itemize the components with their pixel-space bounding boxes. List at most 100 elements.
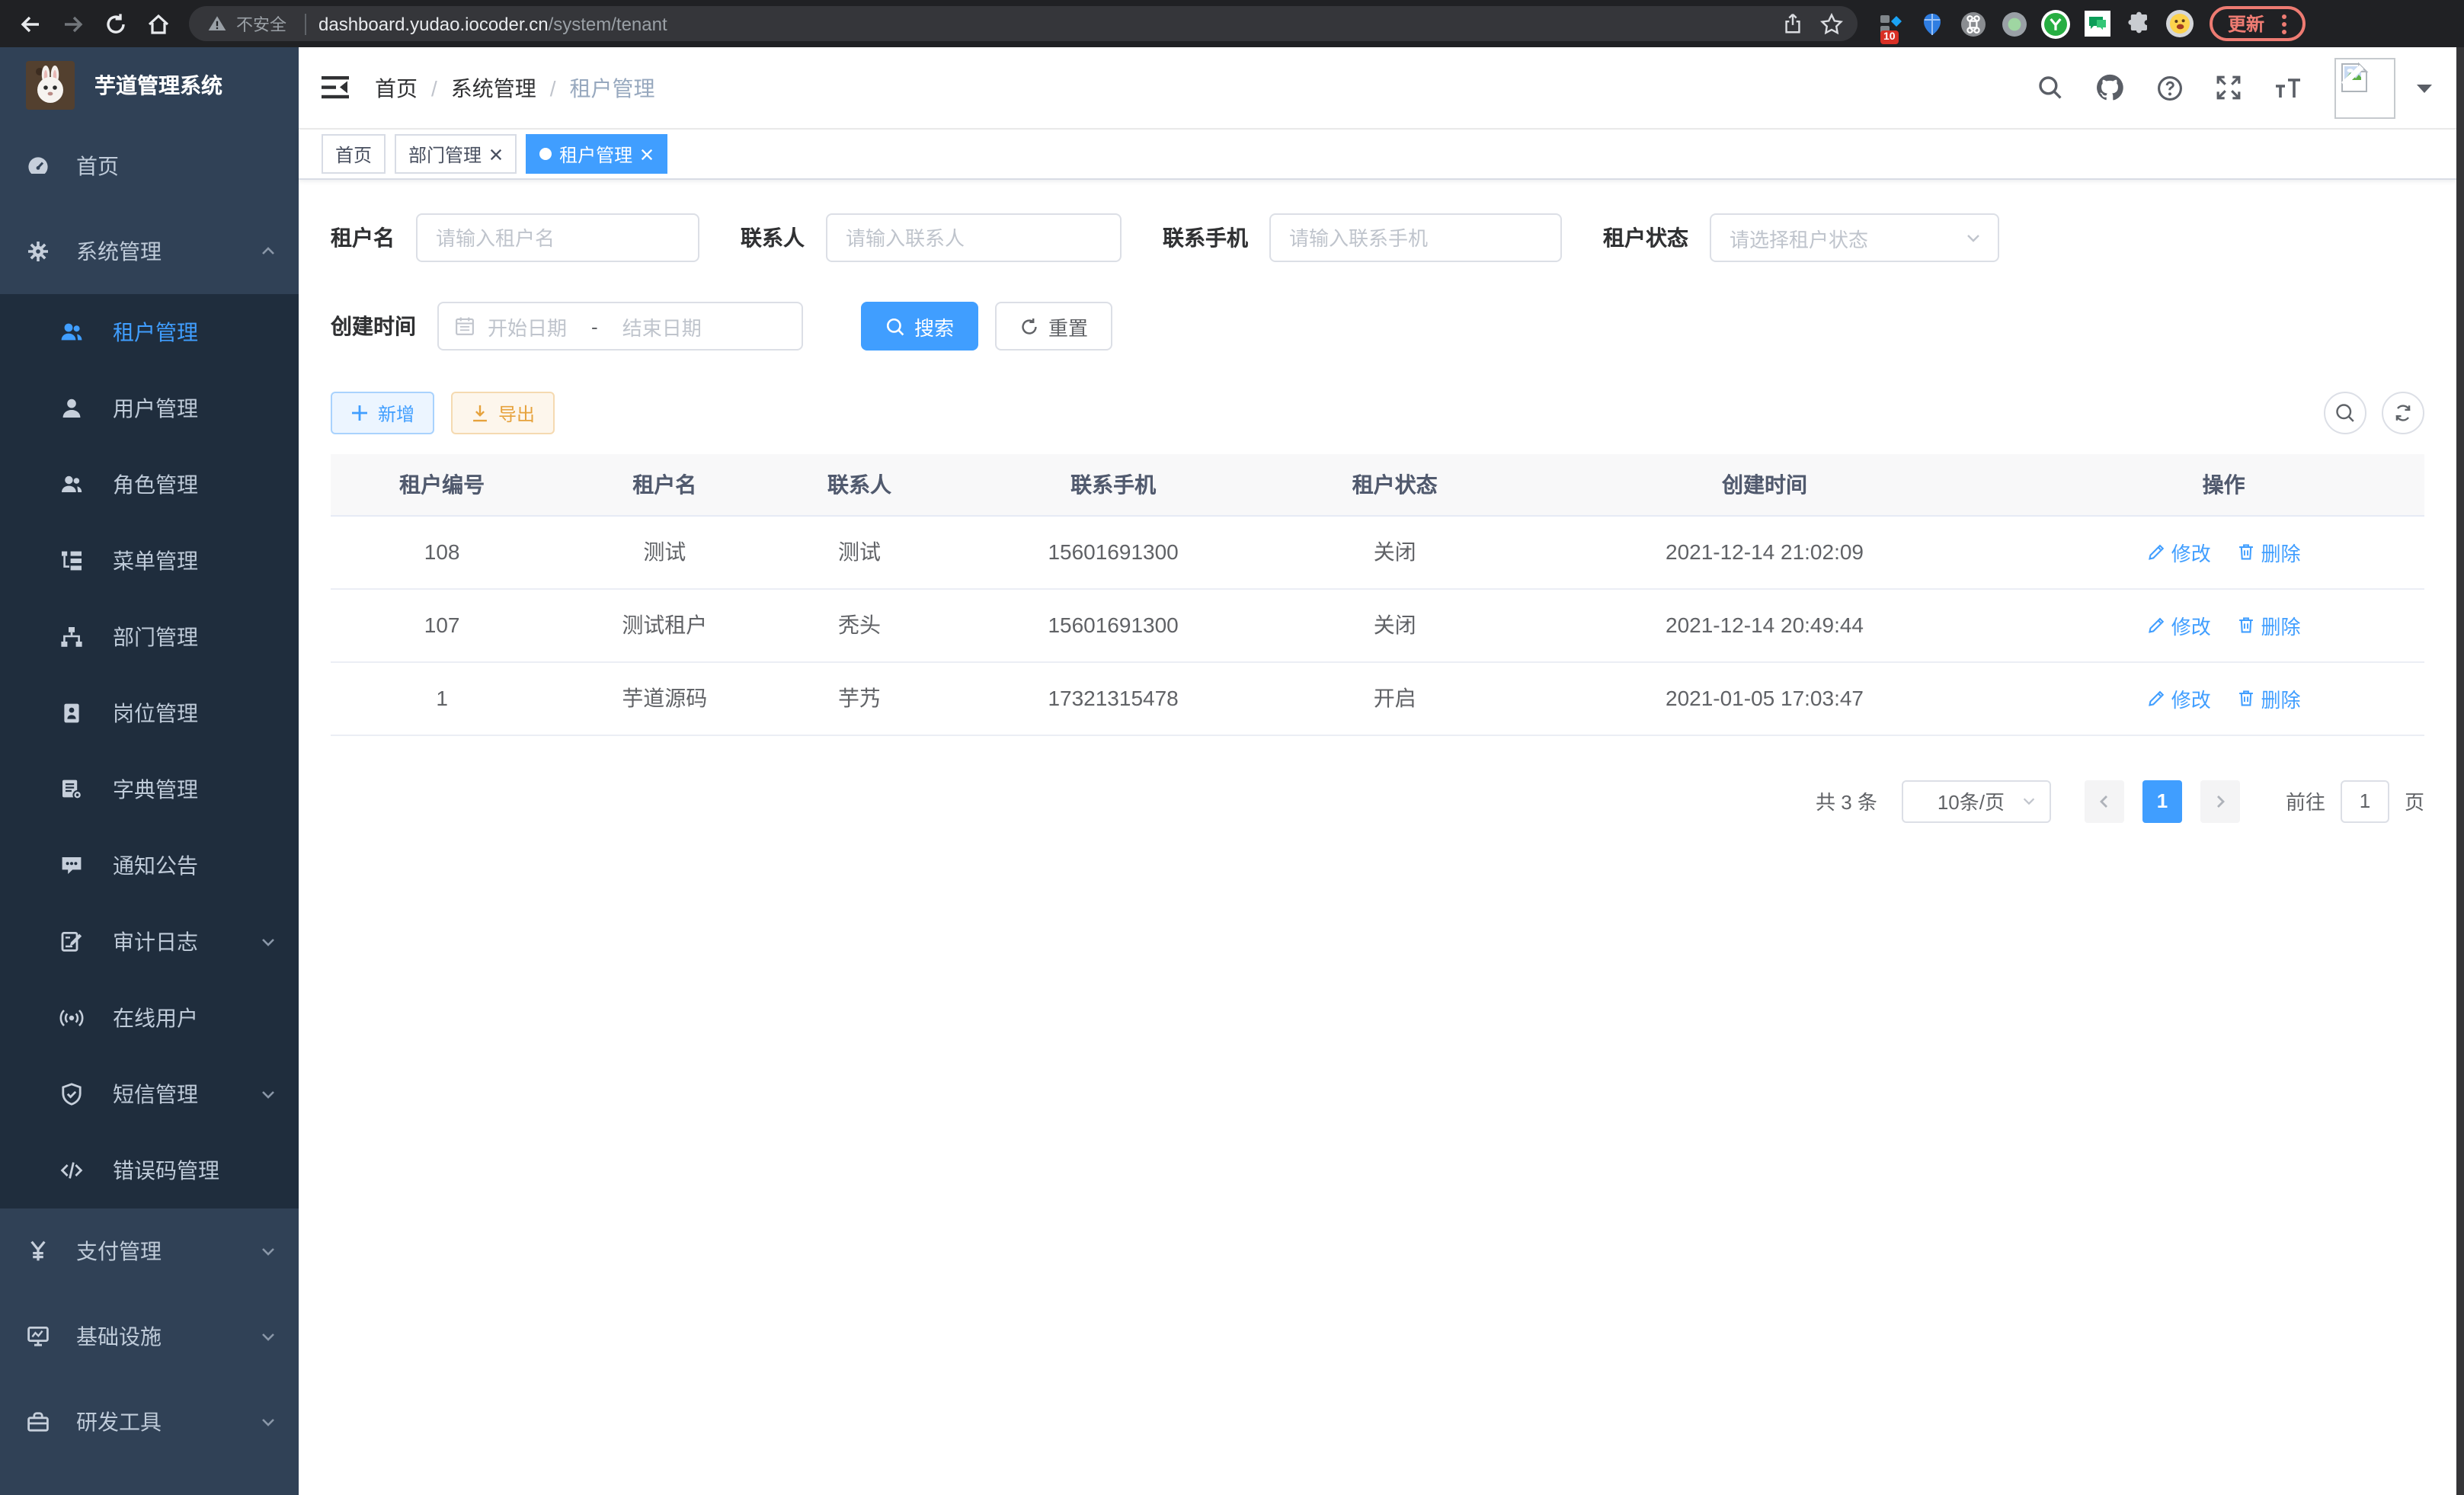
reload-icon	[104, 11, 128, 36]
user-avatar[interactable]	[2334, 57, 2395, 118]
start-date-placeholder[interactable]: 开始日期	[488, 312, 567, 341]
close-icon[interactable]	[489, 147, 503, 161]
avatar-caret-down-icon[interactable]	[2415, 82, 2434, 94]
chat-extension-icon	[2084, 11, 2110, 37]
window-edge-scrollbar[interactable]	[2456, 47, 2464, 1495]
delete-link[interactable]: 删除	[2237, 537, 2301, 566]
dict-icon	[59, 777, 84, 802]
sidebar-item-menu[interactable]: 菜单管理	[0, 523, 299, 599]
edit-link[interactable]: 修改	[2147, 537, 2211, 566]
goto-page-input[interactable]	[2341, 780, 2389, 822]
date-range-picker[interactable]: 开始日期 - 结束日期	[437, 302, 803, 351]
sidebar-item-audit-log[interactable]: 审计日志	[0, 904, 299, 980]
refresh-table-button[interactable]	[2382, 392, 2424, 434]
close-icon[interactable]	[640, 147, 654, 161]
help-docs-button[interactable]	[2156, 74, 2184, 101]
breadcrumb-system[interactable]: 系统管理	[451, 72, 536, 103]
extension-yudao-button[interactable]	[2040, 8, 2071, 39]
browser-home-button[interactable]	[137, 4, 180, 43]
toggle-search-button[interactable]	[2324, 392, 2366, 434]
extension-dot-button[interactable]	[1999, 8, 2030, 39]
app-logo-row[interactable]: 芋道管理系统	[0, 47, 299, 123]
breadcrumb-home[interactable]: 首页	[375, 72, 418, 103]
tab-tenant[interactable]: 租户管理	[526, 134, 667, 174]
browser-update-button[interactable]: 更新	[2210, 6, 2306, 41]
column-header-tenant-id: 租户编号	[331, 454, 553, 515]
cell-created: 2021-12-14 20:49:44	[1506, 588, 2023, 661]
contact-input[interactable]	[826, 213, 1122, 262]
sidebar-item-system[interactable]: 系统管理	[0, 209, 299, 294]
phone-input[interactable]	[1269, 213, 1562, 262]
breadcrumb-current: 租户管理	[570, 72, 655, 103]
status-select[interactable]: 请选择租户状态	[1710, 213, 1999, 262]
column-header-phone: 联系手机	[943, 454, 1284, 515]
column-header-created: 创建时间	[1506, 454, 2023, 515]
sidebar-item-error-code[interactable]: 错误码管理	[0, 1132, 299, 1208]
add-button[interactable]: 新增	[331, 392, 434, 434]
font-size-button[interactable]	[2274, 75, 2302, 100]
cell-actions: 修改 删除	[2023, 588, 2424, 661]
end-date-placeholder[interactable]: 结束日期	[622, 312, 702, 341]
browser-reload-button[interactable]	[94, 4, 137, 43]
search-button[interactable]: 搜索	[861, 302, 978, 351]
url-path: /system/tenant	[549, 13, 667, 34]
kebab-menu-icon[interactable]	[2275, 13, 2293, 34]
browser-back-button[interactable]	[9, 4, 52, 43]
page-number-1[interactable]: 1	[2142, 780, 2182, 822]
prev-page-button[interactable]	[2085, 780, 2124, 822]
sidebar-item-dev-tools[interactable]: 研发工具	[0, 1379, 299, 1465]
delete-label: 删除	[2261, 610, 2301, 639]
sidebar-item-online-user[interactable]: 在线用户	[0, 980, 299, 1056]
tenant-users-icon	[59, 320, 84, 344]
fullscreen-icon	[2216, 75, 2242, 101]
chevron-down-icon	[1964, 229, 1982, 247]
share-button[interactable]	[1772, 7, 1812, 40]
sidebar-item-post[interactable]: 岗位管理	[0, 675, 299, 751]
page-size-select[interactable]: 10条/页	[1902, 780, 2051, 822]
security-label[interactable]: 不安全	[236, 11, 286, 36]
fullscreen-button[interactable]	[2216, 75, 2242, 101]
sidebar-item-role[interactable]: 角色管理	[0, 447, 299, 523]
share-icon	[1781, 12, 1803, 35]
warning-triangle-icon	[207, 14, 227, 34]
url-host: dashboard.yudao.iocoder.cn	[318, 13, 549, 34]
browser-forward-button[interactable]	[52, 4, 94, 43]
chevron-down-icon	[259, 1242, 277, 1260]
bookmark-star-button[interactable]	[1812, 7, 1851, 40]
extensions-puzzle-button[interactable]	[2123, 8, 2153, 39]
delete-link[interactable]: 删除	[2237, 610, 2301, 639]
sidebar-item-sms[interactable]: 短信管理	[0, 1056, 299, 1132]
sidebar-collapse-button[interactable]	[322, 75, 349, 101]
extension-command-button[interactable]	[1958, 8, 1989, 39]
extension-chat-button[interactable]	[2082, 8, 2112, 39]
sidebar-item-dict[interactable]: 字典管理	[0, 751, 299, 828]
sidebar-item-user[interactable]: 用户管理	[0, 370, 299, 447]
next-page-button[interactable]	[2200, 780, 2240, 822]
sidebar-item-tenant[interactable]: 租户管理	[0, 294, 299, 370]
create-time-label: 创建时间	[331, 311, 416, 341]
tab-dept[interactable]: 部门管理	[395, 134, 517, 174]
sidebar-item-home[interactable]: 首页	[0, 123, 299, 209]
filter-contact: 联系人	[741, 213, 1122, 262]
browser-profile-avatar[interactable]	[2164, 8, 2194, 39]
chevron-down-icon	[259, 933, 277, 951]
sidebar-item-notice[interactable]: 通知公告	[0, 828, 299, 904]
extension-kite-button[interactable]	[1917, 8, 1947, 39]
tenant-name-input[interactable]	[416, 213, 699, 262]
sidebar-item-pay[interactable]: 支付管理	[0, 1208, 299, 1294]
reset-button-label: 重置	[1048, 312, 1088, 341]
extension-blocks-button[interactable]: 10	[1876, 8, 1906, 39]
sidebar-item-dept[interactable]: 部门管理	[0, 599, 299, 675]
chevron-right-icon	[2213, 793, 2228, 808]
github-link-button[interactable]	[2095, 73, 2124, 102]
header-search-button[interactable]	[2037, 75, 2063, 101]
export-button[interactable]: 导出	[451, 392, 555, 434]
address-bar[interactable]: 不安全 dashboard.yudao.iocoder.cn /system/t…	[189, 6, 1858, 41]
reset-button[interactable]: 重置	[995, 302, 1112, 351]
tab-home[interactable]: 首页	[322, 134, 386, 174]
edit-link[interactable]: 修改	[2147, 610, 2211, 639]
edit-link[interactable]: 修改	[2147, 683, 2211, 712]
sidebar-item-infra[interactable]: 基础设施	[0, 1294, 299, 1379]
delete-link[interactable]: 删除	[2237, 683, 2301, 712]
column-header-status: 租户状态	[1284, 454, 1506, 515]
